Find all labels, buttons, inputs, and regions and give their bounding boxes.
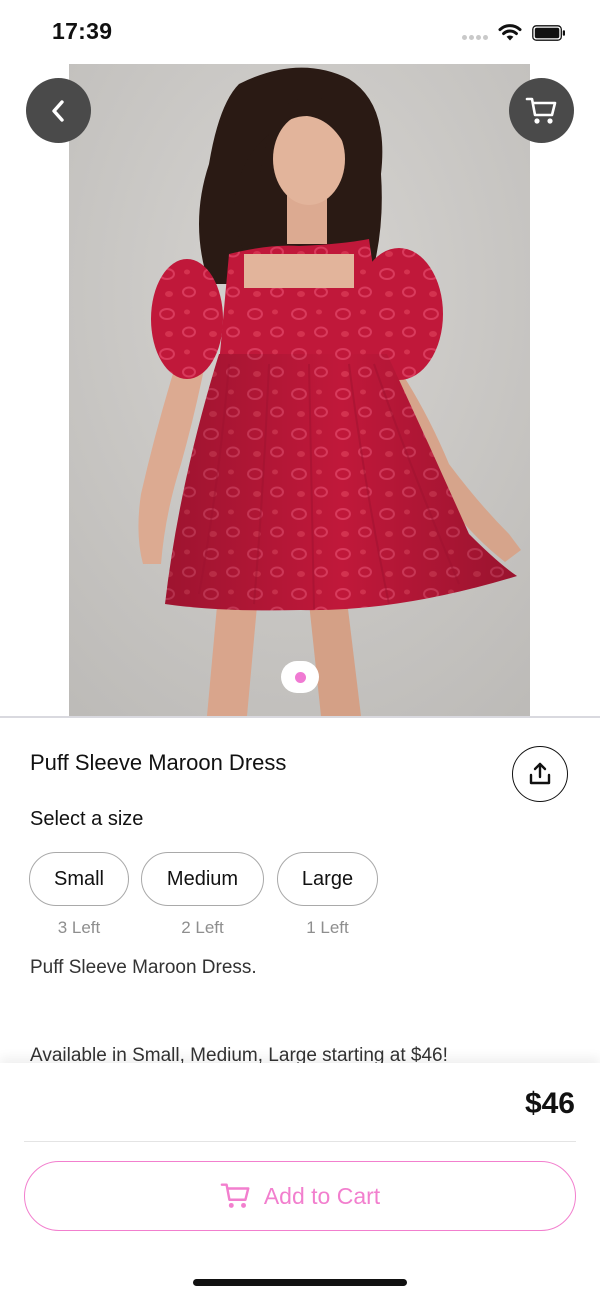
product-photo <box>69 64 530 716</box>
size-option-large[interactable]: Large <box>277 852 378 906</box>
product-price: $46 <box>524 1087 575 1120</box>
select-size-label: Select a size <box>30 808 144 830</box>
size-option-small[interactable]: Small <box>29 852 129 906</box>
product-image-carousel[interactable] <box>0 64 600 716</box>
size-stock-small: 3 Left <box>57 918 101 937</box>
size-stock-large: 1 Left <box>306 918 349 937</box>
signal-icon <box>462 35 490 41</box>
product-title: Puff Sleeve Maroon Dress <box>30 750 287 775</box>
status-time: 17:39 <box>52 18 113 44</box>
active-page-dot <box>294 671 306 683</box>
share-button[interactable] <box>512 746 568 802</box>
status-bar: 17:39 <box>0 0 600 64</box>
home-indicator[interactable] <box>193 1279 407 1286</box>
dress-photo-illustration <box>69 64 530 716</box>
battery-icon <box>532 25 565 41</box>
purchase-panel: $46 Add to Cart <box>0 1063 600 1299</box>
cart-button[interactable] <box>509 78 574 143</box>
product-description: Puff Sleeve Maroon Dress. <box>30 957 257 978</box>
back-button[interactable] <box>26 78 91 143</box>
divider <box>24 1141 576 1142</box>
size-option-medium[interactable]: Medium <box>141 852 264 906</box>
wifi-icon <box>498 24 522 41</box>
carousel-page-indicator[interactable] <box>281 661 319 693</box>
divider <box>0 716 600 718</box>
size-stock-medium: 2 Left <box>181 918 224 937</box>
add-to-cart-label: Add to Cart <box>263 1182 381 1209</box>
add-to-cart-button[interactable]: Add to Cart <box>24 1161 576 1231</box>
chevron-left-icon <box>51 99 64 122</box>
cart-icon <box>220 1183 250 1208</box>
share-icon <box>529 762 551 785</box>
cart-icon <box>525 97 556 124</box>
